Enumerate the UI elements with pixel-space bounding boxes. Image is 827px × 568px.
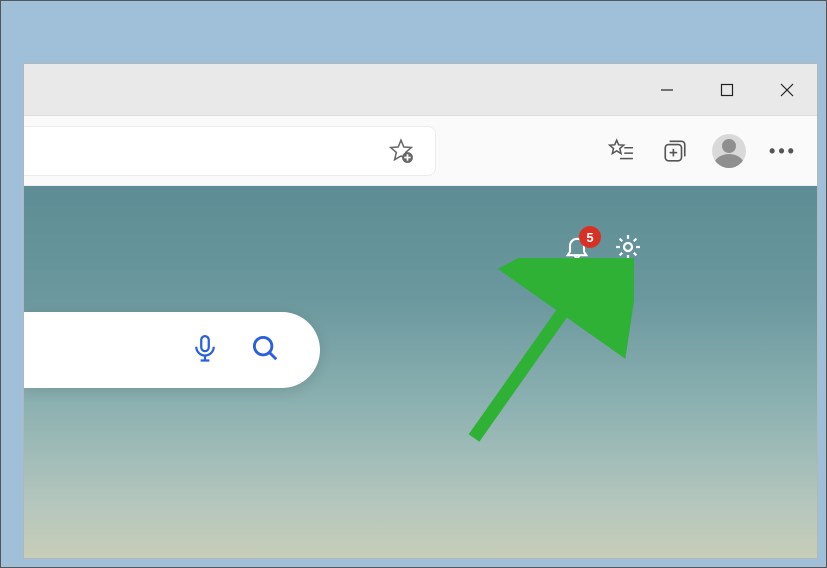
minimize-button[interactable] [637,64,697,116]
annotation-arrow [454,258,634,458]
address-bar[interactable] [24,126,436,176]
browser-toolbar: ••• [24,116,817,186]
minimize-icon [660,83,674,97]
browser-window: ••• 5 [23,63,818,559]
page-settings-button[interactable] [613,232,643,267]
voice-search-button[interactable] [190,333,220,368]
close-button[interactable] [757,64,817,116]
star-lines-icon [608,138,634,164]
window-titlebar [24,64,817,116]
maximize-button[interactable] [697,64,757,116]
more-icon: ••• [769,141,797,162]
page-content[interactable]: 5 [24,186,817,558]
avatar-icon [712,134,746,168]
star-plus-icon [388,138,414,164]
collections-icon [662,138,688,164]
toolbar-actions: ••• [599,116,805,186]
search-icon [250,333,280,363]
notifications-badge: 5 [579,226,601,248]
notifications-button[interactable]: 5 [563,233,591,266]
favorites-button[interactable] [599,129,643,173]
close-icon [780,83,794,97]
ntp-quick-actions: 5 [563,232,643,267]
search-bar[interactable] [24,312,320,388]
microphone-icon [190,333,220,363]
maximize-icon [720,83,734,97]
collections-button[interactable] [653,129,697,173]
add-favorite-button[interactable] [379,129,423,173]
gear-icon [613,232,643,262]
search-button[interactable] [250,333,280,368]
profile-button[interactable] [707,129,751,173]
more-button[interactable]: ••• [761,129,805,173]
